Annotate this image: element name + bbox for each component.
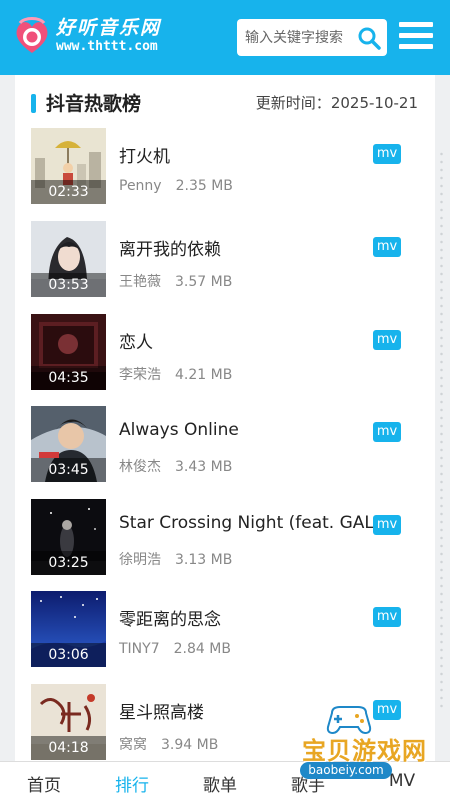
song-title[interactable]: 离开我的依赖 — [119, 235, 221, 260]
section-title: 抖音热歌榜 — [46, 93, 142, 115]
song-artist[interactable]: Penny — [119, 178, 162, 194]
song-cover[interactable]: 02:33 — [31, 128, 106, 204]
song-duration: 04:35 — [31, 366, 106, 390]
song-duration: 03:06 — [31, 643, 106, 667]
song-meta: Penny 2.35 MB — [119, 178, 233, 194]
list-item[interactable]: 03:06 零距离的思念 TINY7 2.84 MB mv — [15, 591, 435, 669]
search-icon[interactable] — [357, 26, 381, 50]
nav-playlist[interactable]: 歌单 — [190, 771, 250, 796]
song-size: 3.13 MB — [175, 552, 233, 568]
song-title[interactable]: 星斗照高楼 — [119, 698, 204, 723]
song-cover[interactable]: 04:35 — [31, 314, 106, 390]
song-cover[interactable]: 03:25 — [31, 499, 106, 575]
mv-button[interactable]: mv — [373, 422, 401, 442]
mv-button[interactable]: mv — [373, 237, 401, 257]
watermark: 宝贝游戏网 baobeiy.com — [280, 703, 450, 783]
scroll-indicator[interactable] — [440, 150, 443, 710]
mv-button[interactable]: mv — [373, 144, 401, 164]
mv-button[interactable]: mv — [373, 330, 401, 350]
song-artist[interactable]: 李荣浩 — [119, 367, 161, 383]
song-size: 3.94 MB — [161, 737, 219, 753]
song-duration: 04:18 — [31, 736, 106, 760]
song-duration: 02:33 — [31, 180, 106, 204]
top-header: 好听音乐网 www.thttt.com — [0, 0, 450, 75]
update-time: 更新时间：2025-10-21 — [256, 92, 418, 113]
watermark-text: 宝贝游戏网 — [302, 737, 427, 765]
song-artist[interactable]: 窝窝 — [119, 737, 147, 753]
nav-home[interactable]: 首页 — [14, 771, 74, 796]
watermark-url: baobeiy.com — [300, 762, 392, 779]
song-meta: 王艳薇 3.57 MB — [119, 271, 232, 291]
music-logo-icon[interactable] — [14, 17, 50, 55]
search-input[interactable] — [245, 19, 351, 56]
song-artist[interactable]: 林俊杰 — [119, 459, 161, 475]
list-item[interactable]: 03:25 Star Crossing Night (feat. GALI) 徐… — [15, 499, 435, 577]
song-meta: 徐明浩 3.13 MB — [119, 549, 232, 569]
song-size: 3.57 MB — [175, 274, 233, 290]
song-title[interactable]: Star Crossing Night (feat. GALI) — [119, 513, 386, 533]
song-meta: 林俊杰 3.43 MB — [119, 456, 232, 476]
list-item[interactable]: 03:53 离开我的依赖 王艳薇 3.57 MB mv — [15, 221, 435, 299]
song-artist[interactable]: TINY7 — [119, 641, 160, 657]
song-cover[interactable]: 04:18 — [31, 684, 106, 760]
song-title[interactable]: Always Online — [119, 420, 239, 440]
song-meta: TINY7 2.84 MB — [119, 641, 231, 657]
song-size: 2.35 MB — [175, 178, 233, 194]
song-cover[interactable]: 03:45 — [31, 406, 106, 482]
mv-button[interactable]: mv — [373, 515, 401, 535]
song-meta: 窝窝 3.94 MB — [119, 734, 218, 754]
song-duration: 03:53 — [31, 273, 106, 297]
nav-ranking[interactable]: 排行 — [102, 771, 162, 796]
song-meta: 李荣浩 4.21 MB — [119, 364, 232, 384]
song-title[interactable]: 零距离的思念 — [119, 605, 221, 630]
song-cover[interactable]: 03:53 — [31, 221, 106, 297]
song-title[interactable]: 恋人 — [119, 328, 153, 353]
song-cover[interactable]: 03:06 — [31, 591, 106, 667]
song-size: 3.43 MB — [175, 459, 233, 475]
song-duration: 03:25 — [31, 551, 106, 575]
ranking-card: 抖音热歌榜 更新时间：2025-10-21 02:33 打火机 Penny 2.3… — [15, 75, 435, 775]
song-size: 4.21 MB — [175, 367, 233, 383]
mv-button[interactable]: mv — [373, 607, 401, 627]
search-box — [237, 19, 387, 56]
list-item[interactable]: 02:33 打火机 Penny 2.35 MB mv — [15, 128, 435, 206]
song-duration: 03:45 — [31, 458, 106, 482]
song-title[interactable]: 打火机 — [119, 142, 170, 167]
menu-icon[interactable] — [399, 22, 433, 52]
update-date: 2025-10-21 — [330, 94, 418, 112]
section-accent-bar — [31, 94, 36, 113]
song-artist[interactable]: 徐明浩 — [119, 552, 161, 568]
list-item[interactable]: 03:45 Always Online 林俊杰 3.43 MB mv — [15, 406, 435, 484]
site-logo-url: www.thttt.com — [56, 39, 158, 54]
site-logo-text[interactable]: 好听音乐网 — [56, 13, 161, 40]
update-label: 更新时间： — [255, 94, 331, 112]
song-artist[interactable]: 王艳薇 — [119, 274, 161, 290]
list-item[interactable]: 04:35 恋人 李荣浩 4.21 MB mv — [15, 314, 435, 392]
song-size: 2.84 MB — [173, 641, 231, 657]
